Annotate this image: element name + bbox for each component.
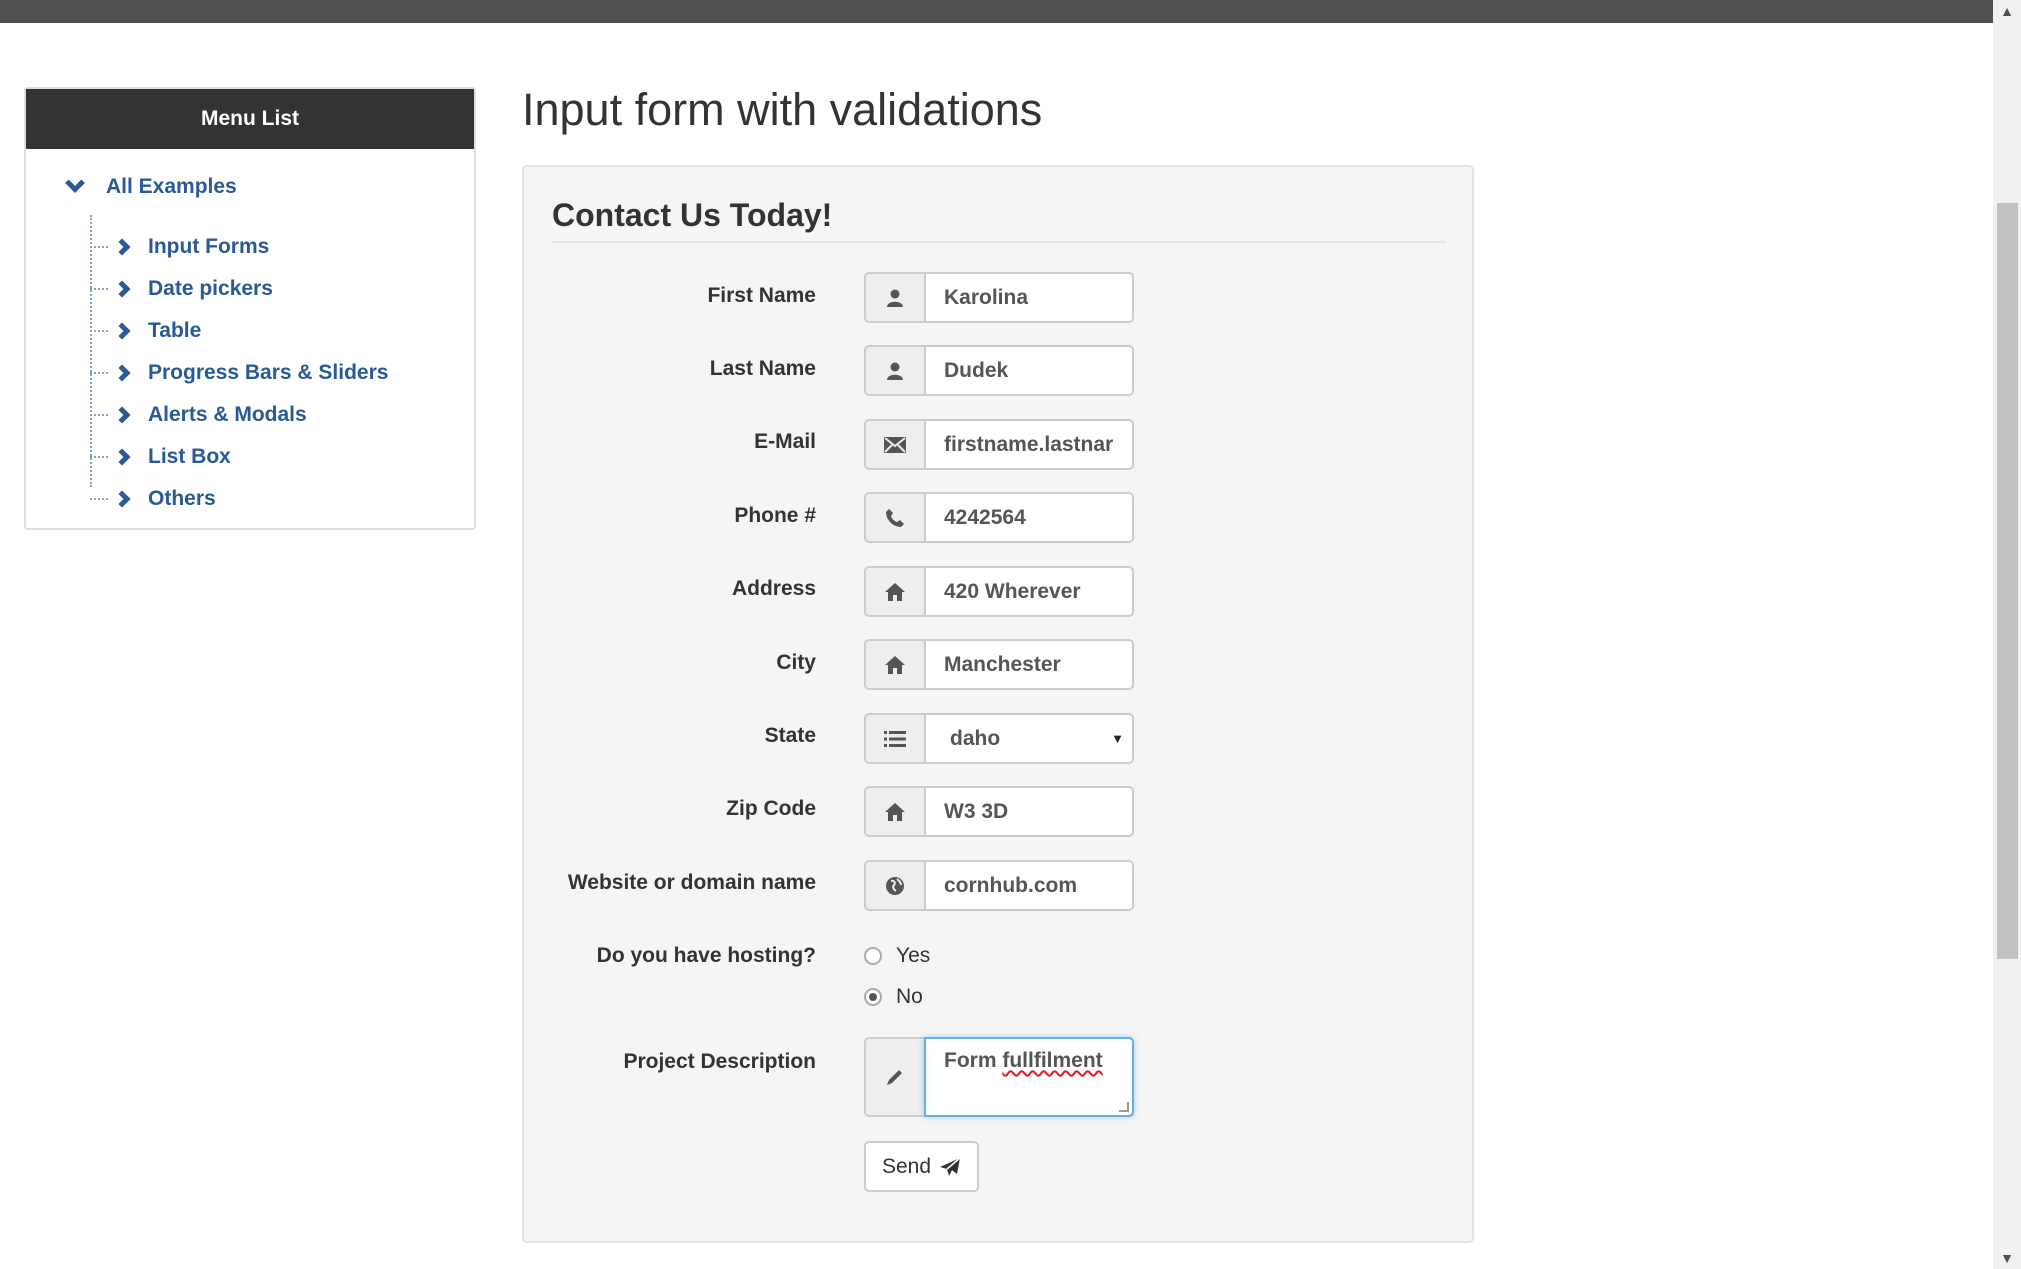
- resize-handle[interactable]: [1119, 1102, 1129, 1112]
- phone-label: Phone #: [734, 504, 816, 527]
- globe-icon: [864, 860, 924, 911]
- radio-label-no: No: [896, 985, 923, 1008]
- page-title: Input form with validations: [522, 84, 1043, 135]
- dropdown-caret-icon: ▼: [1111, 731, 1124, 746]
- description-group: Form fullfilment: [864, 1037, 1134, 1117]
- tree-root-all-examples[interactable]: All Examples: [65, 173, 237, 199]
- last-name-label: Last Name: [709, 357, 816, 380]
- sidebar-item-label: Others: [148, 487, 216, 510]
- sidebar-item-label: List Box: [148, 445, 231, 468]
- zip-group: W3 3D: [864, 786, 1134, 837]
- scroll-up-arrow-icon[interactable]: ▲: [1993, 0, 2021, 22]
- home-icon: [864, 639, 924, 690]
- state-select[interactable]: daho ▼: [924, 713, 1134, 764]
- city-group: Manchester: [864, 639, 1134, 690]
- email-label: E-Mail: [754, 430, 816, 453]
- user-icon: [864, 345, 924, 396]
- sidebar-item-input-forms[interactable]: Input Forms: [90, 235, 269, 259]
- sidebar-item-list-box[interactable]: List Box: [90, 445, 231, 469]
- last-name-group: Dudek: [864, 345, 1134, 396]
- first-name-group: Karolina: [864, 272, 1134, 323]
- envelope-icon: [864, 419, 924, 470]
- chevron-right-icon: [113, 238, 131, 256]
- home-icon: [864, 566, 924, 617]
- sidebar-item-others[interactable]: Others: [90, 487, 216, 511]
- chevron-right-icon: [113, 280, 131, 298]
- website-label: Website or domain name: [567, 871, 816, 894]
- project-description-textarea[interactable]: Form fullfilment: [924, 1037, 1134, 1117]
- chevron-right-icon: [113, 490, 131, 508]
- chevron-right-icon: [113, 448, 131, 466]
- description-misspelled-word: fullfilment: [1002, 1049, 1103, 1072]
- chevron-right-icon: [113, 322, 131, 340]
- menu-panel: Menu List All Examples Input Forms Date …: [24, 87, 476, 530]
- website-input[interactable]: cornhub.com: [924, 860, 1134, 911]
- form-legend: Contact Us Today!: [552, 197, 833, 233]
- description-text: Form: [944, 1049, 1003, 1072]
- first-name-input[interactable]: Karolina: [924, 272, 1134, 323]
- sidebar-item-progress-bars-sliders[interactable]: Progress Bars & Sliders: [90, 361, 388, 385]
- zip-input[interactable]: W3 3D: [924, 786, 1134, 837]
- website-group: cornhub.com: [864, 860, 1134, 911]
- hosting-label: Do you have hosting?: [596, 944, 816, 967]
- state-group: daho ▼: [864, 713, 1134, 764]
- city-label: City: [776, 651, 816, 674]
- scroll-thumb[interactable]: [1997, 203, 2018, 959]
- sidebar-item-table[interactable]: Table: [90, 319, 201, 343]
- radio-label-yes: Yes: [896, 944, 931, 967]
- hosting-option-no[interactable]: No: [864, 985, 923, 1009]
- pencil-icon: [864, 1037, 924, 1117]
- top-bar: [0, 0, 1993, 23]
- list-icon: [864, 713, 924, 764]
- sidebar-item-date-pickers[interactable]: Date pickers: [90, 277, 273, 301]
- phone-icon: [864, 492, 924, 543]
- first-name-label: First Name: [707, 284, 816, 307]
- paper-plane-icon: [940, 1156, 961, 1176]
- menu-header: Menu List: [26, 89, 474, 149]
- zip-label: Zip Code: [726, 797, 816, 820]
- contact-form: Contact Us Today! First Name Karolina La…: [522, 165, 1474, 1243]
- radio-no[interactable]: [864, 988, 882, 1006]
- chevron-down-icon: [65, 173, 85, 193]
- chevron-right-icon: [113, 406, 131, 424]
- chevron-right-icon: [113, 364, 131, 382]
- sidebar-item-label: Table: [148, 319, 202, 342]
- phone-group: 4242564: [864, 492, 1134, 543]
- sidebar-item-label: Progress Bars & Sliders: [148, 361, 389, 384]
- address-group: 420 Wherever: [864, 566, 1134, 617]
- sidebar-item-label: Date pickers: [148, 277, 273, 300]
- state-label: State: [764, 724, 816, 747]
- legend-divider: [552, 241, 1446, 243]
- tree-root-label: All Examples: [106, 175, 237, 198]
- send-button[interactable]: Send: [864, 1141, 979, 1192]
- vertical-scrollbar[interactable]: ▲ ▼: [1993, 0, 2021, 1269]
- city-input[interactable]: Manchester: [924, 639, 1134, 690]
- sidebar-item-alerts-modals[interactable]: Alerts & Modals: [90, 403, 307, 427]
- hosting-option-yes[interactable]: Yes: [864, 944, 930, 968]
- sidebar-item-label: Alerts & Modals: [148, 403, 307, 426]
- radio-yes[interactable]: [864, 947, 882, 965]
- scroll-down-arrow-icon[interactable]: ▼: [1993, 1247, 2021, 1269]
- user-icon: [864, 272, 924, 323]
- address-label: Address: [731, 577, 816, 600]
- send-button-label: Send: [881, 1154, 932, 1178]
- last-name-input[interactable]: Dudek: [924, 345, 1134, 396]
- email-group: firstname.lastnar: [864, 419, 1134, 470]
- address-input[interactable]: 420 Wherever: [924, 566, 1134, 617]
- sidebar-item-label: Input Forms: [148, 235, 270, 258]
- home-icon: [864, 786, 924, 837]
- phone-input[interactable]: 4242564: [924, 492, 1134, 543]
- email-input[interactable]: firstname.lastnar: [924, 419, 1134, 470]
- description-label: Project Description: [623, 1050, 816, 1073]
- state-selected-value: daho: [950, 727, 1001, 750]
